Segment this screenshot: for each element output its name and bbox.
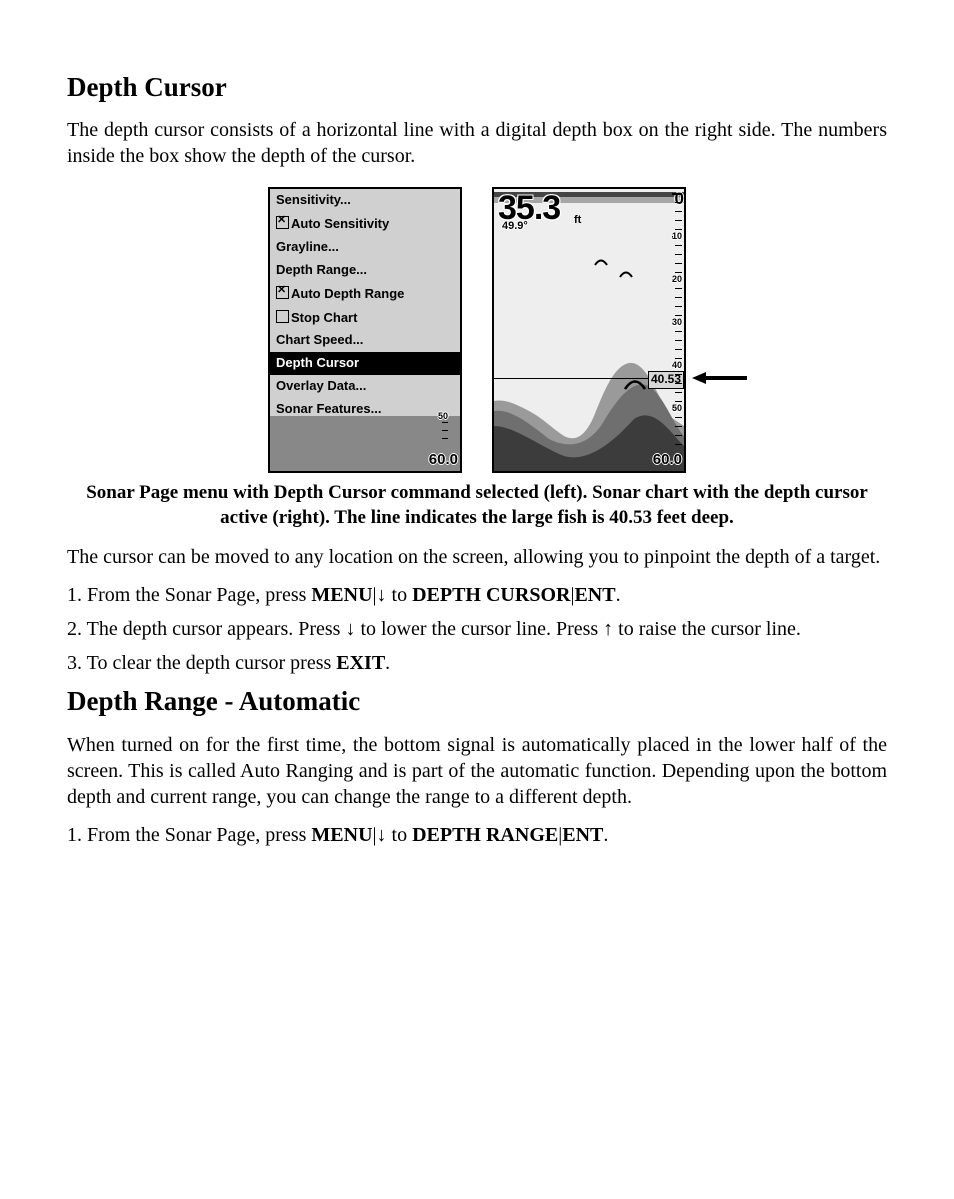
menu-item-label: Auto Depth Range	[291, 286, 404, 301]
tick-label: 40	[672, 360, 682, 372]
key-depth-range: DEPTH RANGE	[412, 824, 558, 846]
checkbox-icon	[276, 310, 289, 323]
key-exit: EXIT	[336, 652, 385, 674]
step-1: 1. From the Sonar Page, press MENU|↓ to …	[67, 582, 887, 608]
step-3: 3. To clear the depth cursor press EXIT.	[67, 650, 887, 676]
sonar-chart-wrapper: 40.53 35.3 ft 49.9° 0 10 20 30 4	[492, 187, 686, 473]
menu-screenshot: Sensitivity... Auto Sensitivity Grayline…	[268, 187, 462, 473]
step-1b: 1. From the Sonar Page, press MENU|↓ to …	[67, 822, 887, 848]
key-depth-cursor: DEPTH CURSOR	[412, 584, 570, 606]
checkbox-icon	[276, 216, 289, 229]
heading-depth-range: Depth Range - Automatic	[67, 684, 887, 719]
menu-item-depth-cursor: Depth Cursor	[270, 352, 460, 375]
step-2: 2. The depth cursor appears. Press ↓ to …	[67, 616, 887, 642]
menu-item-auto-sensitivity: Auto Sensitivity	[270, 212, 460, 236]
tick-label: 10	[672, 231, 682, 243]
fish-arc-small	[594, 247, 608, 255]
step-text: .	[385, 652, 390, 674]
water-temp-readout: 49.9°	[502, 219, 528, 233]
arrow-left-icon	[692, 371, 747, 385]
figure-caption: Sonar Page menu with Depth Cursor comman…	[67, 481, 887, 530]
menu-item-label: Stop Chart	[291, 310, 357, 325]
body-paragraph: When turned on for the first time, the b…	[67, 732, 887, 810]
menu-item-stop-chart: Stop Chart	[270, 306, 460, 330]
fish-arc-large	[624, 371, 646, 383]
menu-item-depth-range: Depth Range...	[270, 259, 460, 282]
tick-label: 30	[672, 317, 682, 329]
step-text: |↓ to	[373, 584, 413, 606]
menu-item-auto-depth-range: Auto Depth Range	[270, 282, 460, 306]
tick-label: 20	[672, 274, 682, 286]
key-ent: ENT	[562, 824, 603, 846]
step-text: 1. From the Sonar Page, press	[67, 584, 311, 606]
fish-arc-small	[619, 259, 633, 267]
figure-row: Sensitivity... Auto Sensitivity Grayline…	[67, 187, 887, 473]
key-menu: MENU	[311, 824, 372, 846]
depth-range-bottom-label: 60.0	[653, 450, 682, 470]
key-menu: MENU	[311, 584, 372, 606]
depth-bottom-label: 60.0	[429, 450, 458, 470]
heading-depth-cursor: Depth Cursor	[67, 70, 887, 105]
step-text: 1. From the Sonar Page, press	[67, 824, 311, 846]
menu-item-label: Auto Sensitivity	[291, 216, 389, 231]
step-text: .	[616, 584, 621, 606]
menu-item-chart-speed: Chart Speed...	[270, 329, 460, 352]
depth-unit-label: ft	[574, 213, 581, 227]
intro-paragraph: The depth cursor consists of a horizonta…	[67, 117, 887, 169]
tick-label-50: 50	[438, 411, 448, 423]
menu-item-sensitivity: Sensitivity...	[270, 189, 460, 212]
step-text: 3. To clear the depth cursor press	[67, 652, 336, 674]
sonar-menu-list: Sensitivity... Auto Sensitivity Grayline…	[270, 189, 460, 445]
sonar-screenshot: 40.53 35.3 ft 49.9° 0 10 20 30 4	[492, 187, 686, 473]
body-paragraph: The cursor can be moved to any location …	[67, 544, 887, 570]
tick-label: 50	[672, 403, 682, 415]
menu-item-grayline: Grayline...	[270, 236, 460, 259]
checkbox-icon	[276, 286, 289, 299]
step-text: .	[603, 824, 608, 846]
key-ent: ENT	[574, 584, 615, 606]
depth-ruler: 10 20 30 40 50	[672, 193, 682, 451]
menu-item-overlay-data: Overlay Data...	[270, 375, 460, 398]
step-text: |↓ to	[373, 824, 413, 846]
